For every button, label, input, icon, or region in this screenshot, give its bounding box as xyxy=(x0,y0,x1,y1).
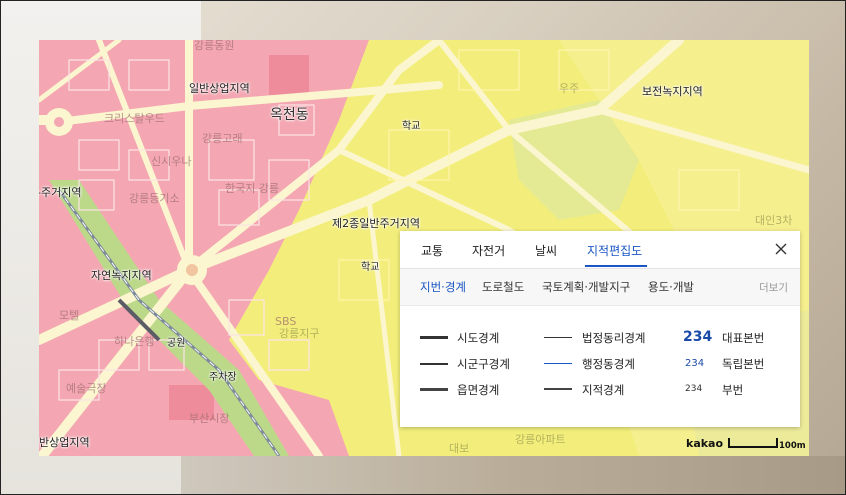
zone-label-conservation-green: 보전녹지지역 xyxy=(642,85,703,98)
faint-place-label: 신시우나 xyxy=(151,155,192,168)
zone-label-commercial-top: 일반상업지역 xyxy=(189,82,250,95)
legend-label: 행정동경계 xyxy=(582,357,635,371)
legend-number-sub: 234 xyxy=(685,384,703,394)
subtab-land-planning[interactable]: 국토계획·개발지구 xyxy=(542,279,630,295)
scale-bar xyxy=(728,438,778,448)
zone-label-residential-left: -주거지역 xyxy=(39,186,82,199)
background-bottom xyxy=(181,456,845,494)
tab-bicycle[interactable]: 자전거 xyxy=(472,242,505,259)
faint-place-label: 부산시장 xyxy=(189,412,230,425)
zone-label-natural-green: 자연녹지지역 xyxy=(91,269,152,282)
faint-place-label: 강릉고래 xyxy=(202,132,243,145)
tab-traffic[interactable]: 교통 xyxy=(421,242,443,259)
faint-place-label: 크리스탈우드 xyxy=(104,112,165,125)
scale-label: 100m xyxy=(779,441,806,451)
more-link[interactable]: 더보기 xyxy=(759,280,788,295)
legend-label: 부번 xyxy=(722,383,744,397)
legend-label: 대표본번 xyxy=(722,331,765,345)
place-label-okcheon: 옥천동 xyxy=(270,107,309,123)
close-icon[interactable] xyxy=(772,240,790,258)
place-label-parking: 주차장 xyxy=(209,372,237,383)
legend-line-city xyxy=(420,363,448,365)
faint-place-label: 강릉지구 xyxy=(279,327,320,340)
legend-label: 시군구경계 xyxy=(457,357,510,371)
zone-label-commercial-bottom: 반상업지역 xyxy=(39,436,90,449)
place-label-school-1: 학교 xyxy=(402,121,421,132)
legend-line-admin-dong xyxy=(544,363,572,364)
legend-label: 독립본번 xyxy=(722,357,765,371)
subtab-lot-boundary[interactable]: 지번·경계 xyxy=(420,279,466,295)
legend-line-province xyxy=(420,336,448,339)
legend-label: 읍면경계 xyxy=(457,383,500,397)
kakao-logo: kakao xyxy=(686,437,724,450)
layer-tabs: 교통 자전거 날씨 지적편집도 xyxy=(400,231,800,269)
legend-line-cadastral xyxy=(544,388,572,390)
legend-label: 법정동리경계 xyxy=(582,331,646,345)
layer-subtabs: 지번·경계 도로철도 국토계획·개발지구 용도·개발 더보기 xyxy=(400,269,800,306)
legend-label: 시도경계 xyxy=(457,331,500,345)
tab-cadastral-map[interactable]: 지적편집도 xyxy=(587,242,642,259)
faint-place-label: 모텔 xyxy=(59,309,80,322)
faint-place-label: 하나은행 xyxy=(114,335,155,348)
faint-place-label: 강릉아파트 xyxy=(515,433,566,446)
active-tab-indicator xyxy=(585,265,647,267)
faint-place-label: 강릉동원 xyxy=(194,40,235,52)
legend-number-independent: 234 xyxy=(685,358,705,369)
zone-label-residential-2: 제2종일반주거지역 xyxy=(332,217,420,230)
faint-place-label: 대인3차 xyxy=(755,214,793,227)
map-layer-panel: 교통 자전거 날씨 지적편집도 지번·경계 도로철도 국토계획·개발지구 용도·… xyxy=(400,231,800,427)
legend-label: 지적경계 xyxy=(582,383,625,397)
faint-place-label: 강릉등기소 xyxy=(129,192,180,205)
legend-line-town xyxy=(420,388,448,391)
faint-place-label: 대보 xyxy=(449,442,470,455)
screenshot-frame: 일반상업지역 옥천동 학교 보전녹지지역 -주거지역 제2종일반주거지역 자연녹… xyxy=(0,0,846,495)
faint-place-label: 우주 xyxy=(559,82,580,95)
place-label-park: 공원 xyxy=(167,338,186,349)
legend-line-legal-dong xyxy=(544,337,572,338)
faint-place-label: 한국지 강릉 xyxy=(225,182,280,195)
place-label-school-2: 학교 xyxy=(361,262,380,273)
subtab-land-use[interactable]: 용도·개발 xyxy=(648,279,694,295)
subtab-road-rail[interactable]: 도로철도 xyxy=(482,279,524,295)
legend-number-main: 234 xyxy=(683,329,713,345)
faint-place-label: 예술극장 xyxy=(66,382,107,395)
tab-weather[interactable]: 날씨 xyxy=(535,242,557,259)
